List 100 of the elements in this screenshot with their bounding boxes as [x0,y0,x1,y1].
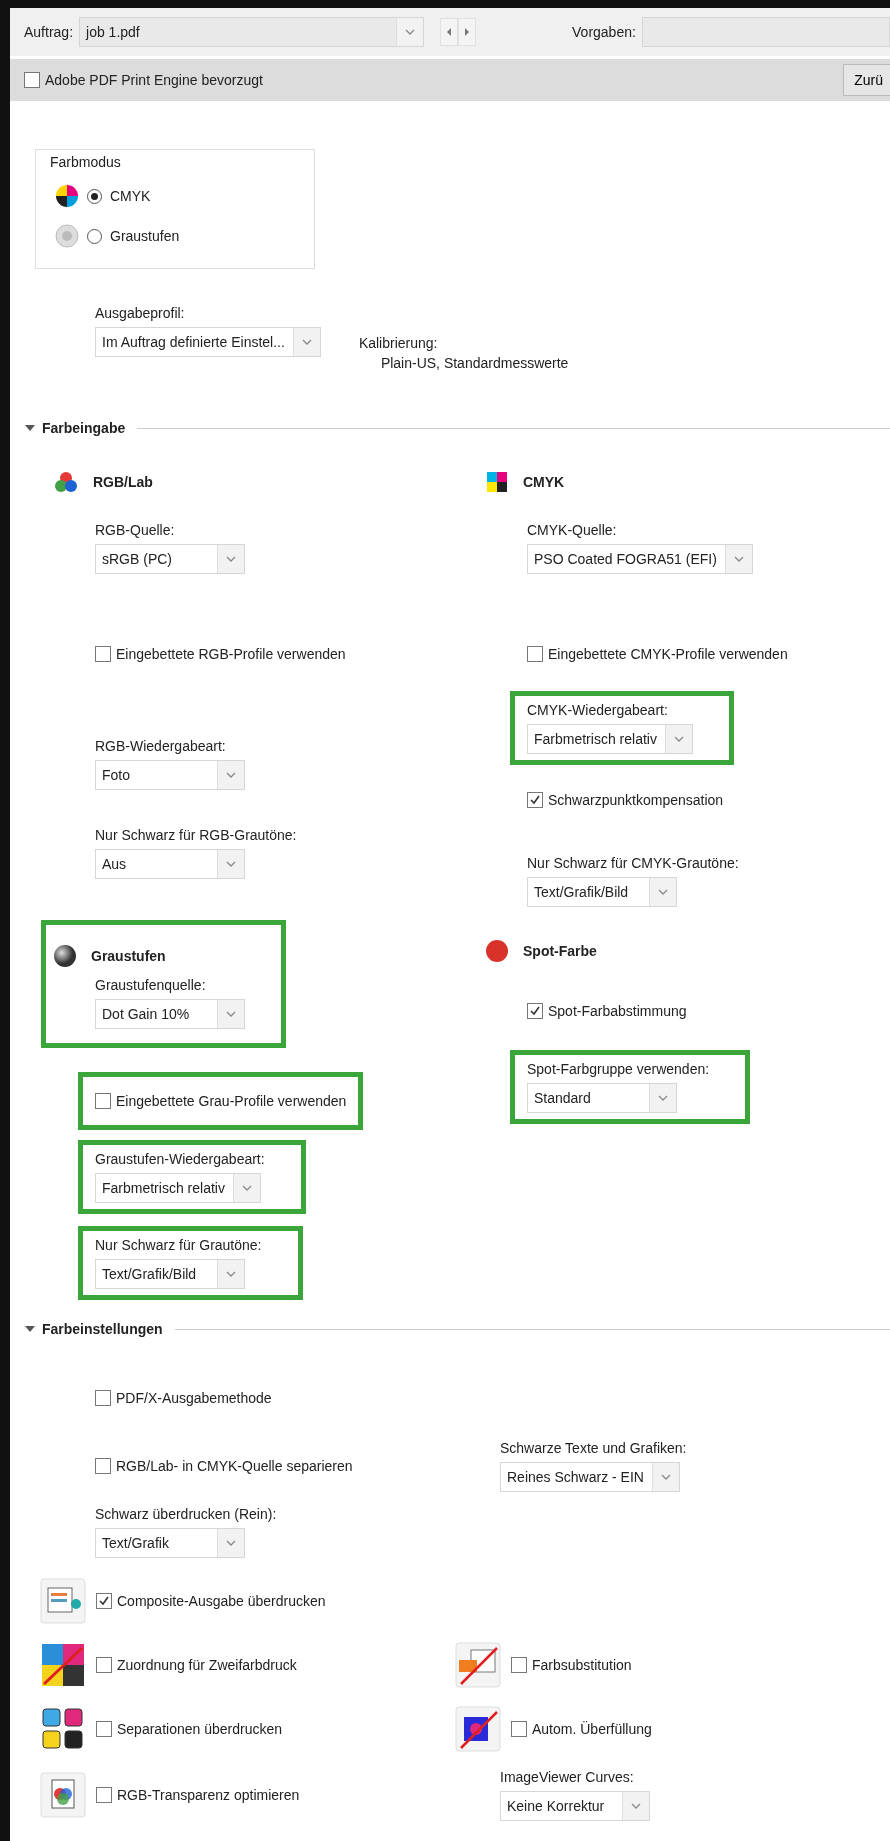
caret-icon [649,1084,676,1112]
field-label: RGB-Wiedergabeart: [95,738,226,754]
dropdown[interactable]: Aus [95,849,245,879]
section-heading: CMYK [523,474,565,490]
spot-color-icon [485,939,509,963]
radio-label: CMYK [110,188,151,204]
checkbox-label: Composite-Ausgabe überdrucken [117,1593,326,1609]
checkbox[interactable] [527,646,543,662]
field-label: Graustufen-Wiedergabeart: [95,1151,265,1167]
color-wheel-icon [55,184,79,208]
caret-icon [217,850,244,878]
duotone-icon [40,1642,86,1688]
overprint-icon [40,1578,86,1624]
checkbox-label: Eingebettete RGB-Profile verwenden [116,646,346,662]
field-label: Nur Schwarz für RGB-Grautöne: [95,827,297,843]
checkbox[interactable] [527,792,543,808]
caret-icon [724,545,752,573]
caret-icon [217,761,244,789]
dropdown[interactable]: Text/Grafik/Bild [95,1259,245,1289]
radio-label: Graustufen [110,228,180,244]
section-title: Farbeingabe [42,420,126,436]
job-dropdown[interactable]: job 1.pdf [79,17,425,47]
field-label: Schwarze Texte und Grafiken: [500,1440,687,1456]
caret-icon [649,878,676,906]
checkbox[interactable] [96,1787,112,1803]
field-label: CMYK-Wiedergabeart: [527,702,668,718]
right-arrow-icon [464,28,471,36]
dropdown[interactable]: Keine Korrektur [500,1791,650,1821]
section-heading: Graustufen [91,948,166,964]
transparency-icon [40,1772,86,1818]
caret-icon [217,1529,244,1557]
previous-button[interactable] [440,18,459,46]
checkbox-label: Schwarzpunktkompensation [548,792,724,808]
dropdown[interactable]: Standard [527,1083,677,1113]
caret-icon [622,1792,649,1820]
checkbox[interactable] [96,1593,112,1609]
dropdown[interactable]: Foto [95,760,245,790]
grayscale-disc-icon [55,224,79,248]
dropdown[interactable]: PSO Coated FOGRA51 (EFI) [527,544,753,574]
job-label: Auftrag: [24,24,74,40]
checkbox[interactable] [511,1657,527,1673]
caret-icon [217,1000,244,1028]
group-title: Farbmodus [50,154,121,170]
separations-icon [40,1706,86,1752]
checkbox-label: RGB/Lab- in CMYK-Quelle separieren [116,1458,353,1474]
trapping-icon [455,1706,501,1752]
dropdown[interactable]: sRGB (PC) [95,544,245,574]
sphere-icon [53,944,77,968]
dropdown[interactable]: Dot Gain 10% [95,999,245,1029]
next-button[interactable] [458,18,477,46]
caret-icon [651,1463,679,1491]
checkbox[interactable] [511,1721,527,1737]
field-label: Ausgabeprofil: [95,305,185,321]
checkbox[interactable] [95,1458,111,1474]
checkbox-label: Eingebettete Grau-Profile verwenden [116,1093,347,1109]
checkbox-label: Zuordnung für Zweifarbdruck [117,1657,297,1673]
checkbox[interactable] [95,1093,111,1109]
field-label: Nur Schwarz für Grautöne: [95,1237,262,1253]
caret-icon [217,545,244,573]
checkbox-label: Eingebettete CMYK-Profile verwenden [548,646,788,662]
calibration-value: Plain-US, Standardmesswerte [380,355,569,371]
section-heading: RGB/Lab [93,474,153,490]
color-substitution-icon [455,1642,501,1688]
field-label: RGB-Quelle: [95,522,175,538]
caret-icon [396,18,424,46]
dropdown[interactable]: Farbmetrisch relativ [527,724,693,754]
left-arrow-icon [446,28,453,36]
dropdown[interactable]: Text/Grafik/Bild [527,877,677,907]
color-circles-icon [53,470,79,494]
radio-button[interactable] [87,188,102,204]
caret-icon [292,328,320,356]
checkbox[interactable] [24,72,40,88]
checkbox[interactable] [527,1003,543,1019]
radio-button[interactable] [87,228,102,244]
checkbox[interactable] [96,1721,112,1737]
field-label: CMYK-Quelle: [527,522,617,538]
field-label: Schwarz überdrucken (Rein): [95,1506,277,1522]
checkbox-label: PDF/X-Ausgabemethode [116,1390,272,1406]
dropdown[interactable]: Text/Grafik [95,1528,245,1558]
section-title: Farbeinstellungen [42,1321,163,1337]
presets-label: Vorgaben: [572,24,636,40]
dropdown[interactable]: Im Auftrag definierte Einstel... [95,327,321,357]
checkbox[interactable] [95,646,111,662]
field-label: Nur Schwarz für CMYK-Grautöne: [527,855,739,871]
calibration-label: Kalibrierung: [358,335,439,351]
color-squares-icon [485,470,509,494]
checkbox-label: Separationen überdrucken [117,1721,282,1737]
dropdown[interactable]: Farbmetrisch relativ [95,1173,261,1203]
reset-button[interactable]: Zurü [843,64,890,96]
section-heading: Spot-Farbe [523,943,597,959]
checkbox[interactable] [96,1657,112,1673]
dropdown[interactable]: Reines Schwarz - EIN [500,1462,680,1492]
checkbox-label: RGB-Transparenz optimieren [117,1787,300,1803]
field-label: Graustufenquelle: [95,977,206,993]
caret-icon [232,1174,260,1202]
checkbox-label: Farbsubstitution [532,1657,632,1673]
checkbox-label: Spot-Farbabstimmung [548,1003,687,1019]
field-label: ImageViewer Curves: [500,1769,634,1785]
checkbox-label: Adobe PDF Print Engine bevorzugt [45,72,263,88]
checkbox[interactable] [95,1390,111,1406]
